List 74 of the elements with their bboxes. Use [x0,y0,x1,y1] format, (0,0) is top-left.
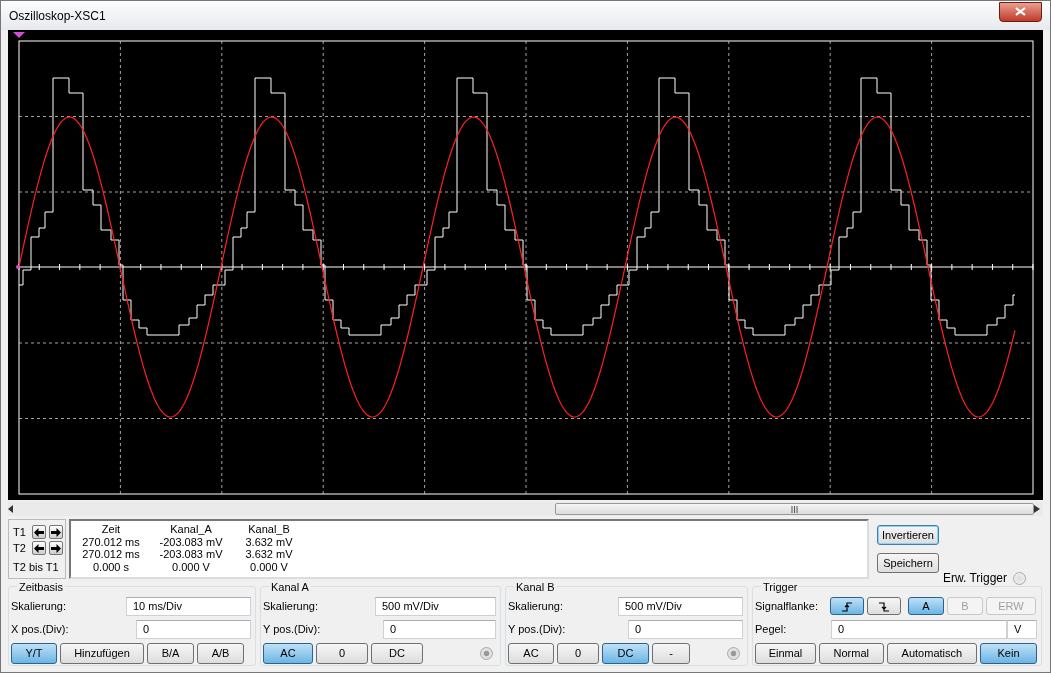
radio-button[interactable] [727,647,740,660]
field-label: X pos.(Div): [11,621,70,637]
field-label: Y pos.(Div): [508,621,567,637]
left-arrow-button[interactable] [31,541,46,555]
column-header: Kanal_B [247,523,291,536]
right-arrow-icon [50,543,61,553]
right-arrow-button[interactable] [48,541,63,555]
input-field[interactable]: 500 mV/Div [375,596,496,616]
readout-cell-text: -203.083 mV [158,548,224,561]
input-field[interactable]: 0 [136,619,251,639]
mode-button[interactable]: AC [263,643,313,664]
horizontal-scrollbar[interactable] [8,502,1043,516]
trigger-mode-button[interactable]: Kein [980,643,1037,664]
field-label: Pegel: [755,621,788,637]
scroll-thumb[interactable] [554,503,1035,515]
readout-cell-text: -203.083 mV [158,535,224,548]
readout-cell-text: 3.632 mV [244,548,294,561]
action-button[interactable]: Speichern [877,553,939,573]
mode-button[interactable]: Hinzufügen [60,643,144,664]
input-field[interactable]: 10 ms/Div [126,596,251,616]
radio-button[interactable] [480,647,493,660]
mode-button[interactable]: B/A [147,643,194,664]
trigger-mode-button[interactable]: Normal [818,643,884,664]
cursor-span-label: T2 bis T1 [13,560,60,575]
mode-button[interactable]: A/B [197,643,244,664]
mode-button[interactable]: 0 [557,643,599,664]
mode-button[interactable]: 0 [316,643,368,664]
edge-button[interactable] [867,597,901,615]
trigger-mode-button[interactable]: Einmal [755,643,816,664]
left-arrow-icon [33,543,44,553]
mode-button[interactable]: Y/T [11,643,57,664]
right-arrow-button[interactable] [48,525,63,539]
field-label: Skalierung: [263,598,320,614]
close-button[interactable] [999,1,1042,22]
scroll-left-icon[interactable] [8,505,14,513]
readout-cell-text: 270.012 ms [81,535,141,548]
rising-edge-icon [840,601,854,614]
ext-trigger-label: Erw. Trigger [943,570,1008,587]
left-arrow-button[interactable] [31,525,46,539]
input-field[interactable]: 0 [383,619,496,639]
falling-edge-icon [877,601,891,614]
unit-field: V [1007,619,1037,639]
edge-button[interactable] [830,597,864,615]
action-button[interactable]: Invertieren [877,525,939,545]
field-label: Y pos.(Div): [263,621,322,637]
cursor-label: T2 [13,540,26,556]
input-field[interactable]: 500 mV/Div [618,596,743,616]
left-arrow-icon [33,527,44,537]
field-label: Signalflanke: [755,598,819,614]
cursor-label: T1 [13,524,26,540]
mode-button[interactable]: - [652,643,690,664]
readout-cell-text: 270.012 ms [81,548,141,561]
readout-cell-text: 0.000 V [171,560,211,573]
readout-cell-text: 0.000 V [249,560,289,573]
radio-button[interactable] [1013,571,1027,585]
mode-button[interactable]: AC [508,643,554,664]
column-header: Kanal_A [169,523,213,536]
readout-cell-text: 3.632 mV [244,535,294,548]
right-arrow-icon [50,527,61,537]
grip-icon [791,505,798,513]
input-field[interactable]: 0 [831,619,1007,639]
cursor-marker-icon [13,32,25,38]
readout-cell-text: 0.000 s [91,560,131,573]
column-header: Zeit [100,523,122,536]
mode-button[interactable]: DC [602,643,649,664]
trigger-mode-button[interactable]: Automatisch [886,643,978,664]
close-icon [1015,7,1026,16]
field-label: Skalierung: [11,598,68,614]
input-field[interactable]: 0 [628,619,743,639]
window-title: Oszilloskop-XSC1 [9,7,106,25]
field-label: Skalierung: [508,598,565,614]
trigger-marker-icon [16,265,20,269]
source-button[interactable]: A [908,597,944,615]
mode-button[interactable]: DC [371,643,423,664]
